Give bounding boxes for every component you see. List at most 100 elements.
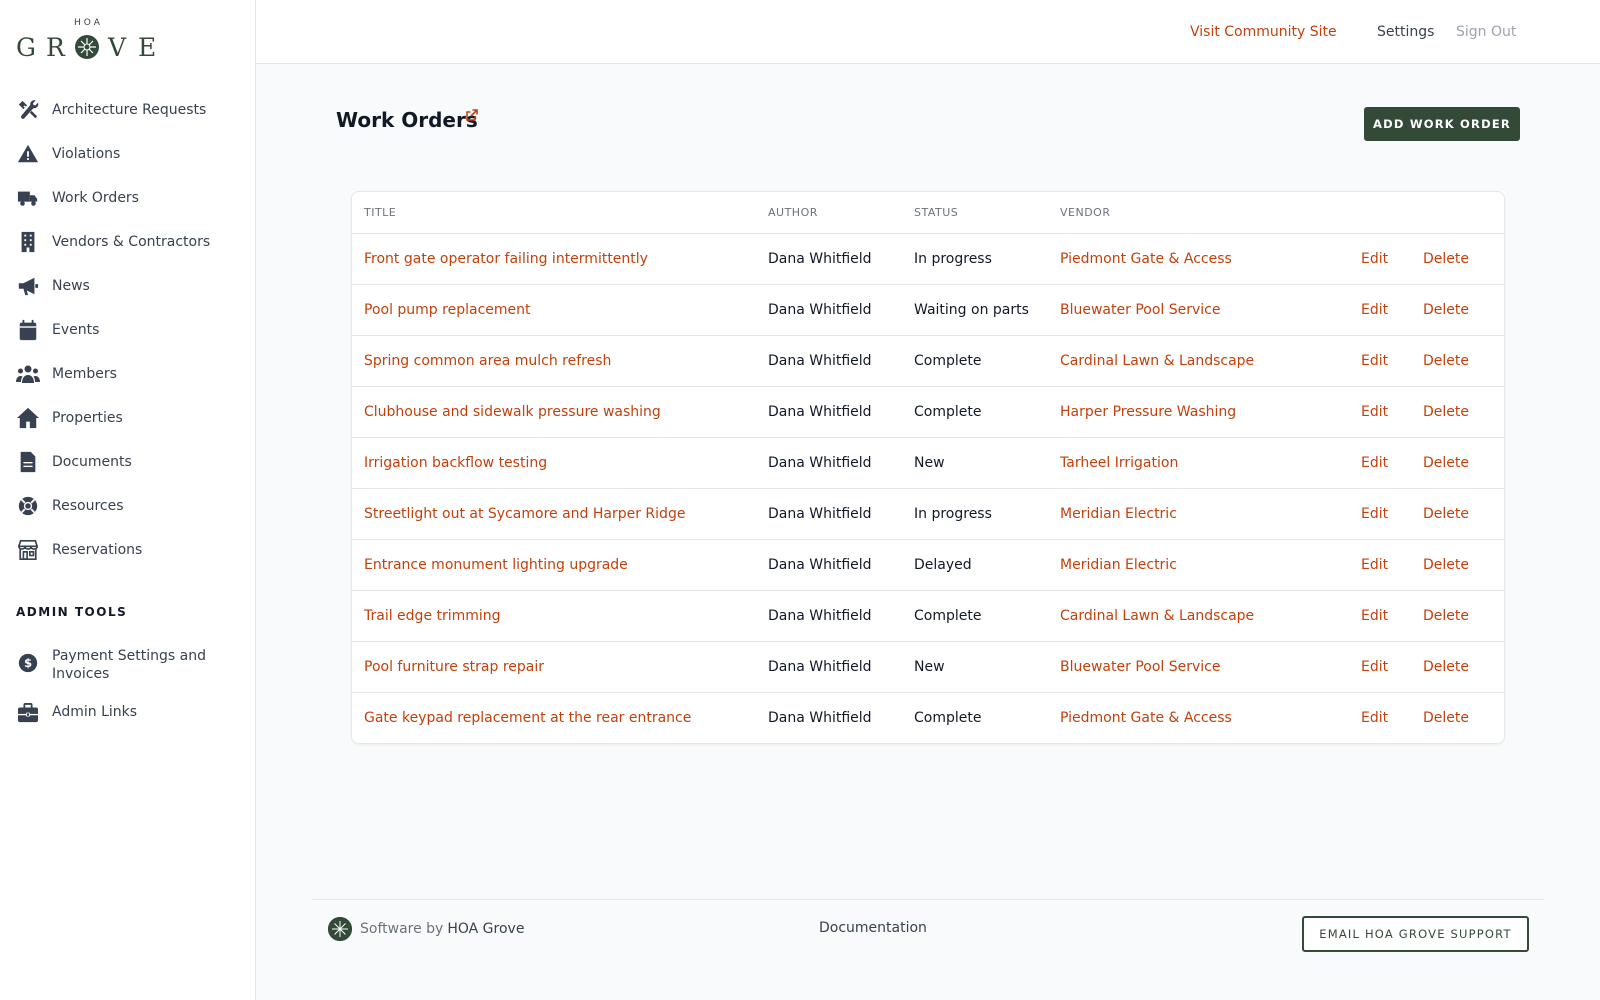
work-order-status: Complete	[902, 590, 1048, 642]
edit-link[interactable]: Edit	[1349, 539, 1411, 591]
delete-link[interactable]: Delete	[1411, 233, 1504, 285]
hoa-grove-link[interactable]: HOA Grove	[447, 921, 524, 937]
work-orders-table: TITLE AUTHOR STATUS VENDOR Front gate op…	[351, 191, 1505, 744]
hoa-grove-logo[interactable]: HOA G R V E	[16, 18, 166, 64]
work-order-title-link[interactable]: Spring common area mulch refresh	[352, 335, 756, 387]
sidebar-item-label: Events	[52, 322, 100, 338]
sidebar-item-payment-settings[interactable]: $ Payment Settings and Invoices	[16, 647, 246, 683]
dollar-icon: $	[16, 651, 40, 675]
software-by-text: Software by	[360, 921, 444, 937]
work-order-author: Dana Whitfield	[756, 641, 902, 693]
sidebar-item-label: Architecture Requests	[52, 102, 207, 118]
work-order-vendor: Piedmont Gate & Access	[1060, 709, 1232, 726]
column-header-status: STATUS	[902, 192, 1048, 234]
work-order-vendor: Bluewater Pool Service	[1048, 641, 1349, 693]
delete-link[interactable]: Delete	[1411, 437, 1504, 489]
sidebar-item-label: Members	[52, 366, 117, 382]
edit-link[interactable]: Edit	[1349, 284, 1411, 336]
footer-brand: Software by HOA Grove	[328, 917, 524, 941]
sidebar-item-vendors[interactable]: Vendors & Contractors	[16, 220, 246, 264]
work-order-author: Dana Whitfield	[756, 590, 902, 642]
sidebar: HOA G R V E Architecture Requests Violat…	[0, 0, 256, 1000]
sidebar-item-admin-links[interactable]: Admin Links	[16, 697, 246, 725]
edit-link[interactable]: Edit	[1349, 335, 1411, 387]
sidebar-item-properties[interactable]: Properties	[16, 396, 246, 440]
building-icon	[16, 230, 40, 254]
visit-community-site-link[interactable]: Visit Community Site	[1190, 24, 1337, 40]
delete-link[interactable]: Delete	[1411, 692, 1504, 743]
sidebar-item-events[interactable]: Events	[16, 308, 246, 352]
table-row: Entrance monument lighting upgrade Dana W…	[352, 539, 1504, 591]
work-order-title-link[interactable]: Irrigation backflow testing	[352, 437, 756, 489]
sidebar-item-members[interactable]: Members	[16, 352, 246, 396]
svg-text:V: V	[107, 33, 127, 62]
work-order-title-link[interactable]: Pool pump replacement	[352, 284, 756, 336]
documentation-link[interactable]: Documentation	[819, 920, 927, 936]
sidebar-item-architecture-requests[interactable]: Architecture Requests	[16, 88, 246, 132]
footer-divider	[312, 899, 1544, 900]
top-bar: Visit Community Site Settings Sign Out	[256, 0, 1600, 64]
external-link-icon[interactable]	[466, 106, 478, 125]
sidebar-nav: Architecture Requests Violations Work Or…	[16, 88, 246, 572]
work-order-status: Delayed	[902, 539, 1048, 591]
column-header-author: AUTHOR	[756, 192, 902, 234]
delete-link[interactable]: Delete	[1411, 335, 1504, 387]
table-row: Pool furniture strap repair Dana Whitfiel…	[352, 641, 1504, 693]
table-row: Front gate operator failing intermittent…	[352, 233, 1504, 285]
work-order-author: Dana Whitfield	[756, 233, 902, 285]
hoa-grove-mini-logo-icon	[328, 917, 352, 941]
home-icon	[16, 406, 40, 430]
edit-link[interactable]: Edit	[1349, 590, 1411, 642]
delete-link[interactable]: Delete	[1411, 539, 1504, 591]
work-order-author: Dana Whitfield	[756, 488, 902, 540]
delete-link[interactable]: Delete	[1411, 284, 1504, 336]
work-order-title-link[interactable]: Gate keypad replacement at the rear entr…	[352, 692, 756, 743]
add-work-order-button[interactable]: ADD WORK ORDER	[1364, 107, 1520, 141]
sidebar-item-label: Admin Links	[52, 704, 138, 720]
delete-link[interactable]: Delete	[1411, 386, 1504, 438]
work-order-title-link[interactable]: Trail edge trimming	[352, 590, 756, 642]
sidebar-item-label: Properties	[52, 410, 123, 426]
sidebar-item-label: Vendors & Contractors	[52, 234, 211, 250]
settings-link[interactable]: Settings	[1377, 24, 1434, 40]
sidebar-item-label: Reservations	[52, 542, 143, 558]
work-order-title-link[interactable]: Pool furniture strap repair	[352, 641, 756, 693]
sidebar-item-violations[interactable]: Violations	[16, 132, 246, 176]
delete-link[interactable]: Delete	[1411, 590, 1504, 642]
sidebar-item-label: Payment Settings and Invoices	[52, 648, 206, 682]
work-order-title-link[interactable]: Front gate operator failing intermittent…	[352, 233, 756, 285]
logo-grove-wordmark: G R V E	[16, 33, 156, 62]
edit-link[interactable]: Edit	[1349, 386, 1411, 438]
table-row: Streetlight out at Sycamore and Harper R…	[352, 488, 1504, 540]
logo-hoa-text: HOA	[74, 18, 103, 28]
work-order-vendor: Piedmont Gate & Access	[1048, 233, 1349, 285]
work-order-status: Complete	[914, 709, 982, 726]
email-support-button[interactable]: EMAIL HOA GROVE SUPPORT	[1302, 916, 1529, 952]
sidebar-item-work-orders[interactable]: Work Orders	[16, 176, 246, 220]
sidebar-item-resources[interactable]: Resources	[16, 484, 246, 528]
delete-link[interactable]: Delete	[1411, 488, 1504, 540]
work-order-vendor: Meridian Electric	[1048, 539, 1349, 591]
sidebar-item-label: News	[52, 278, 90, 294]
edit-link[interactable]: Edit	[1349, 692, 1411, 743]
column-header-title: TITLE	[352, 192, 756, 234]
document-icon	[16, 450, 40, 474]
delete-link[interactable]: Delete	[1411, 641, 1504, 693]
work-order-title-link[interactable]: Entrance monument lighting upgrade	[352, 539, 756, 591]
edit-link[interactable]: Edit	[1349, 233, 1411, 285]
work-order-vendor: Harper Pressure Washing	[1048, 386, 1349, 438]
work-order-title-link[interactable]: Streetlight out at Sycamore and Harper R…	[352, 488, 756, 540]
sign-out-link[interactable]: Sign Out	[1456, 24, 1516, 40]
sidebar-item-label: Resources	[52, 498, 124, 514]
users-icon	[16, 362, 40, 386]
store-icon	[16, 538, 40, 562]
table-header-row: TITLE AUTHOR STATUS VENDOR	[352, 192, 1504, 234]
sidebar-item-documents[interactable]: Documents	[16, 440, 246, 484]
work-order-title-link[interactable]: Clubhouse and sidewalk pressure washing	[352, 386, 756, 438]
briefcase-icon	[16, 701, 40, 725]
sidebar-item-reservations[interactable]: Reservations	[16, 528, 246, 572]
edit-link[interactable]: Edit	[1349, 488, 1411, 540]
edit-link[interactable]: Edit	[1349, 641, 1411, 693]
edit-link[interactable]: Edit	[1349, 437, 1411, 489]
sidebar-item-news[interactable]: News	[16, 264, 246, 308]
